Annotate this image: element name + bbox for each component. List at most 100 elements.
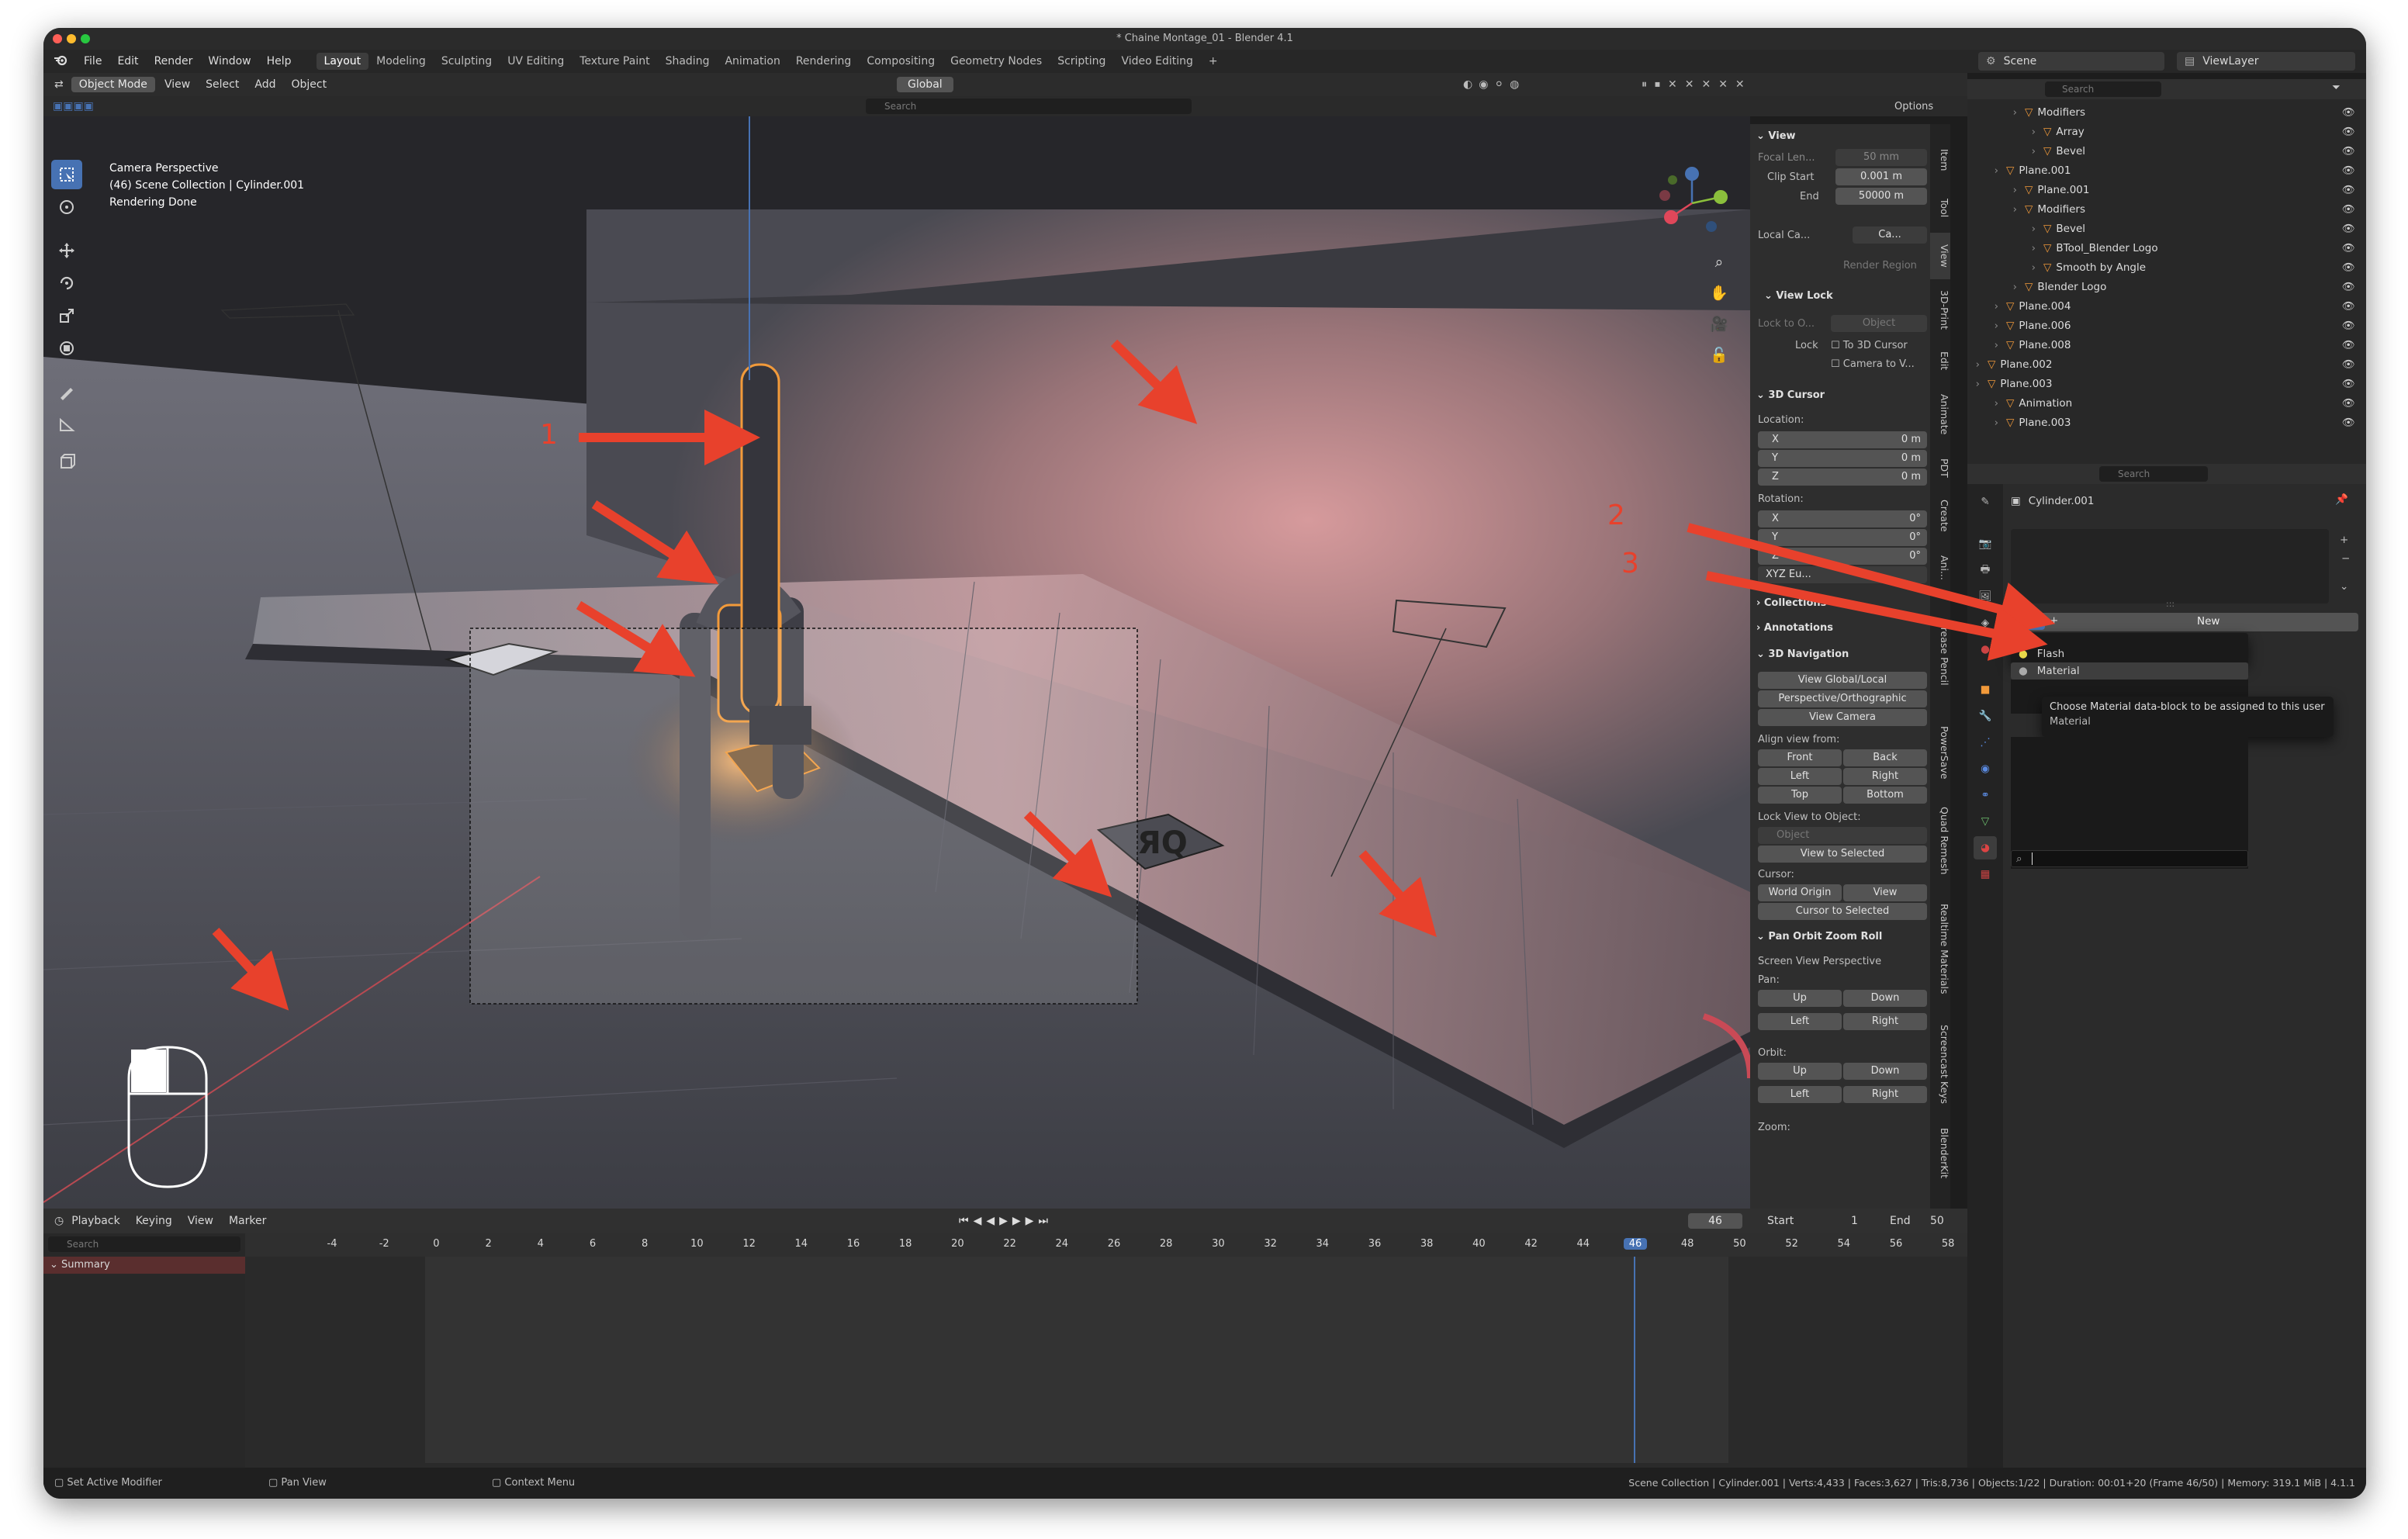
pan-down-button[interactable]: Down — [1843, 990, 1927, 1007]
outliner-row[interactable]: › ▽ Plane.003 👁 — [1967, 413, 2366, 432]
timeline-search-input[interactable]: Search — [48, 1236, 240, 1252]
view-lock-header[interactable]: ⌄ View Lock — [1764, 290, 1833, 302]
remove-material-slot-button[interactable]: − — [2341, 552, 2350, 565]
viewport-search-input[interactable]: Search — [866, 99, 1192, 114]
visibility-eye-icon[interactable]: 👁 — [2342, 261, 2355, 274]
add-material-slot-button[interactable]: + — [2340, 534, 2348, 546]
visibility-eye-icon[interactable]: 👁 — [2342, 203, 2355, 216]
expand-arrow-icon[interactable]: › — [1967, 261, 2039, 274]
playhead-line[interactable] — [1634, 1257, 1635, 1463]
tab-powersave[interactable]: PowerSave — [1930, 714, 1950, 791]
physics-properties-icon[interactable]: ◉ — [1974, 757, 1997, 780]
new-material-button[interactable]: New — [2197, 615, 2219, 628]
outliner-row[interactable]: › ▽ Plane.001 👁 — [1967, 161, 2366, 180]
timeline-ruler[interactable]: -4 -2 0 2 4 6 8 10 12 14 16 18 20 22 24 26 28 30 32 34 36 38 4… — [245, 1233, 1967, 1257]
expand-arrow-icon[interactable]: › — [1967, 106, 2020, 119]
align-back-button[interactable]: Back — [1843, 749, 1927, 766]
outliner-row[interactable]: › ▽ Plane.008 👁 — [1967, 335, 2366, 354]
camera-to-view-checkbox[interactable]: ☐ Camera to V... — [1831, 358, 1915, 370]
playback-controls-icons[interactable]: ⏸⏹✕✕✕✕✕ — [1642, 78, 1752, 91]
expand-arrow-icon[interactable]: › — [1967, 164, 2001, 177]
expand-arrow-icon[interactable]: › — [1967, 242, 2039, 254]
slot-specials-button[interactable]: ⌄ — [2340, 580, 2348, 593]
timeline-menu-marker[interactable]: Marker — [229, 1215, 266, 1227]
visibility-eye-icon[interactable]: 👁 — [2342, 106, 2355, 119]
view-to-selected-button[interactable]: View to Selected — [1758, 846, 1927, 863]
modifier-properties-icon[interactable]: 🔧 — [1974, 704, 1997, 728]
visibility-eye-icon[interactable]: 👁 — [2342, 126, 2355, 138]
cursor-view-button[interactable]: View — [1843, 884, 1927, 901]
add-workspace-button[interactable]: + — [1201, 53, 1226, 70]
outliner-row[interactable]: › ▽ Array 👁 — [1967, 122, 2366, 141]
frame-range-area[interactable] — [425, 1257, 1728, 1463]
visibility-eye-icon[interactable]: 👁 — [2342, 145, 2355, 157]
visibility-eye-icon[interactable]: 👁 — [2342, 223, 2355, 235]
pan-up-button[interactable]: Up — [1758, 990, 1842, 1007]
viewport-menu-view[interactable]: View — [164, 78, 190, 91]
playback-buttons[interactable]: ⏮◀◀▶▶▶⏭ — [959, 1215, 1053, 1227]
3d-cursor-header[interactable]: ⌄ 3D Cursor — [1756, 389, 1825, 401]
outliner-row[interactable]: › ▽ Smooth by Angle 👁 — [1967, 258, 2366, 277]
visibility-eye-icon[interactable]: 👁 — [2342, 417, 2355, 429]
menu-edit[interactable]: Edit — [109, 55, 146, 67]
dropdown-search-input[interactable]: ⌕ — [2011, 850, 2248, 867]
outliner-row[interactable]: › ▽ Modifiers 👁 — [1967, 102, 2366, 122]
timeline-menu-view[interactable]: View — [188, 1215, 213, 1227]
local-camera-field[interactable]: Ca... — [1853, 227, 1927, 244]
align-left-button[interactable]: Left — [1758, 768, 1842, 785]
viewport-menu-object[interactable]: Object — [291, 78, 327, 91]
expand-arrow-icon[interactable]: › — [1967, 320, 2001, 332]
particles-properties-icon[interactable]: ⋰ — [1974, 731, 1997, 754]
tab-animate[interactable]: Animate — [1930, 383, 1950, 445]
workspace-tab-modeling[interactable]: Modeling — [368, 53, 434, 70]
expand-arrow-icon[interactable]: › — [1967, 300, 2001, 313]
render-region-checkbox[interactable]: Render Region — [1843, 260, 1917, 271]
visibility-eye-icon[interactable]: 👁 — [2342, 339, 2355, 351]
properties-search-input[interactable]: Search — [2099, 466, 2208, 482]
viewport-menu-select[interactable]: Select — [206, 78, 239, 91]
visibility-eye-icon[interactable]: 👁 — [2342, 242, 2355, 254]
world-origin-button[interactable]: World Origin — [1758, 884, 1842, 901]
timeline-editor-icon[interactable]: ◷ — [54, 1215, 64, 1227]
expand-arrow-icon[interactable]: › — [1967, 378, 1983, 390]
end-frame-value[interactable]: 50 — [1930, 1215, 1944, 1227]
workspace-tab-uv-editing[interactable]: UV Editing — [500, 53, 572, 70]
viewport-menu-add[interactable]: Add — [254, 78, 275, 91]
expand-arrow-icon[interactable]: › — [1967, 203, 2020, 216]
blender-logo-icon[interactable] — [43, 54, 76, 69]
align-bottom-button[interactable]: Bottom — [1843, 787, 1927, 804]
outliner-row[interactable]: › ▽ Plane.004 👁 — [1967, 296, 2366, 316]
visibility-eye-icon[interactable]: 👁 — [2342, 164, 2355, 177]
mode-dropdown[interactable]: Object Mode — [71, 77, 155, 92]
tab-realtime-materials[interactable]: Realtime Materials — [1930, 891, 1950, 1007]
close-window-button[interactable] — [53, 34, 62, 43]
visibility-eye-icon[interactable]: 👁 — [2342, 320, 2355, 332]
current-frame-field[interactable]: 46 — [1688, 1213, 1742, 1229]
expand-arrow-icon[interactable]: › — [1967, 281, 2020, 293]
workspace-tab-compositing[interactable]: Compositing — [859, 53, 943, 70]
expand-arrow-icon[interactable]: › — [1967, 339, 2001, 351]
expand-arrow-icon[interactable]: › — [1967, 145, 2039, 157]
material-properties-icon[interactable]: ◕ — [1974, 836, 1997, 859]
lock-to-3d-cursor-checkbox[interactable]: ☐ To 3D Cursor — [1831, 340, 1908, 351]
workspace-tab-sculpting[interactable]: Sculpting — [434, 53, 500, 70]
data-properties-icon[interactable]: ▽ — [1974, 810, 1997, 833]
visibility-eye-icon[interactable]: 👁 — [2342, 378, 2355, 390]
outliner-row[interactable]: › ▽ BTool_Blender Logo 👁 — [1967, 238, 2366, 258]
tab-edit[interactable]: Edit — [1930, 341, 1950, 380]
outliner-row[interactable]: › ▽ Bevel 👁 — [1967, 219, 2366, 238]
expand-arrow-icon[interactable]: › — [1967, 358, 1983, 371]
workspace-tab-scripting[interactable]: Scripting — [1050, 53, 1113, 70]
start-frame-value[interactable]: 1 — [1851, 1215, 1858, 1227]
filter-icon[interactable]: ⏷ — [2332, 81, 2341, 94]
visibility-eye-icon[interactable]: 👁 — [2342, 300, 2355, 313]
editor-type-icon[interactable]: ⇄ — [54, 78, 64, 91]
visibility-eye-icon[interactable]: 👁 — [2342, 281, 2355, 293]
orbit-down-button[interactable]: Down — [1843, 1063, 1927, 1080]
outliner-row[interactable]: › ▽ Plane.002 👁 — [1967, 354, 2366, 374]
transform-orientation-dropdown[interactable]: Global — [897, 77, 953, 92]
pin-icon[interactable]: 📌 — [2335, 493, 2348, 506]
focal-length-field[interactable]: 50 mm — [1835, 149, 1927, 166]
outliner-row[interactable]: › ▽ Plane.006 👁 — [1967, 316, 2366, 335]
view-camera-button[interactable]: View Camera — [1758, 709, 1927, 726]
